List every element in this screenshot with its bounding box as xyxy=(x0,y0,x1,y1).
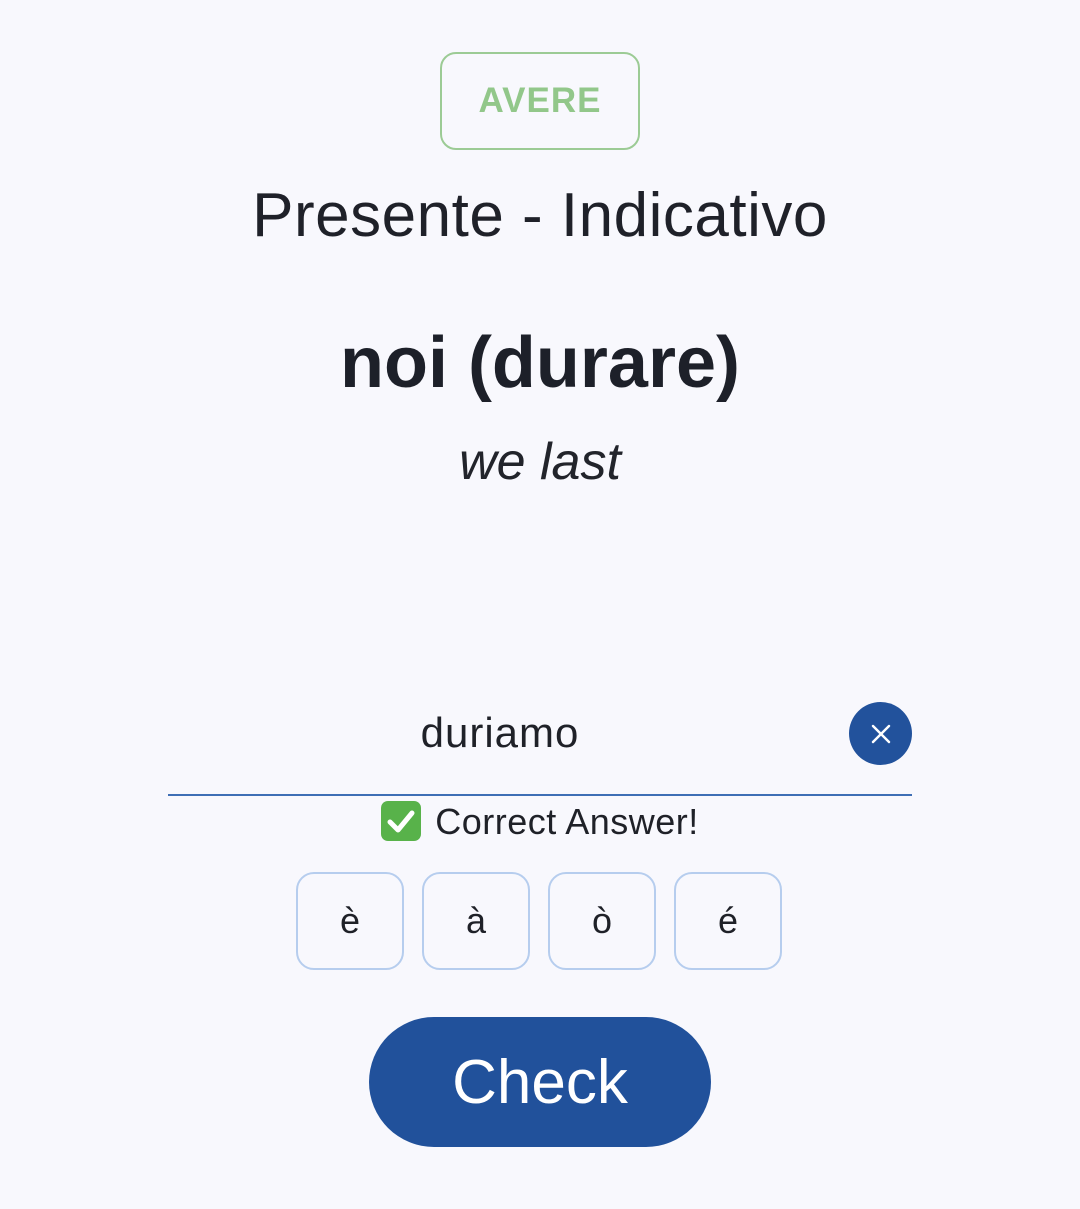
accent-keys: è à ò é xyxy=(296,872,782,970)
check-button[interactable]: Check xyxy=(369,1017,711,1147)
tense-title: Presente - Indicativo xyxy=(252,181,828,250)
translation-text: we last xyxy=(459,433,621,491)
answer-field xyxy=(168,690,912,796)
status-text: Correct Answer! xyxy=(435,801,699,842)
accent-key-a-grave[interactable]: à xyxy=(422,872,530,970)
accent-key-e-grave[interactable]: è xyxy=(296,872,404,970)
verb-badge-label: AVERE xyxy=(478,81,602,120)
check-mark-icon xyxy=(381,801,422,841)
verb-badge: AVERE xyxy=(440,52,640,150)
accent-key-e-acute[interactable]: é xyxy=(674,872,782,970)
answer-status: Correct Answer! xyxy=(0,801,1080,843)
conjugation-prompt: noi (durare) xyxy=(339,323,740,403)
answer-input[interactable] xyxy=(168,690,832,776)
close-icon xyxy=(871,724,890,743)
accent-key-o-grave[interactable]: ò xyxy=(548,872,656,970)
clear-button[interactable] xyxy=(849,702,912,765)
